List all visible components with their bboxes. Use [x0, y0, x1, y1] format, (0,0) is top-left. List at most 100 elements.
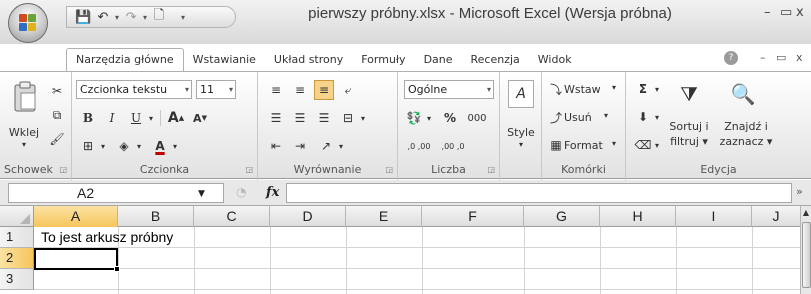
decrease-decimal-button[interactable]: ,00 ,0	[438, 136, 468, 156]
styles-button[interactable]: Style	[500, 126, 542, 139]
column-header-g[interactable]: G	[524, 206, 600, 227]
expand-formula-bar-icon[interactable]: »	[796, 185, 803, 198]
name-box-dropdown-icon[interactable]: ▼	[198, 189, 205, 199]
thousands-separator-button[interactable]: 000	[464, 108, 490, 128]
format-painter-icon[interactable]: 🖌	[48, 130, 66, 148]
undo-icon[interactable]: ↶	[95, 10, 111, 25]
paste-label[interactable]: Wklej	[4, 126, 44, 139]
active-cell-a2[interactable]	[34, 248, 118, 270]
clear-icon[interactable]: ⌫	[634, 136, 652, 154]
insert-function-icon[interactable]: fx	[266, 185, 279, 200]
number-launcher-icon[interactable]: ◲	[487, 165, 495, 174]
wrap-text-icon[interactable]: ⤶	[338, 80, 358, 100]
row-header-2[interactable]: 2	[0, 248, 34, 269]
delete-cells-button[interactable]: Usuń	[564, 111, 592, 124]
font-launcher-icon[interactable]: ◲	[245, 165, 253, 174]
insert-dropdown-icon[interactable]: ▾	[612, 83, 616, 92]
redo-dropdown-icon[interactable]: ▾	[143, 13, 147, 22]
tab-page-layout[interactable]: Układ strony	[265, 49, 352, 71]
new-document-icon[interactable]: 🗋	[151, 6, 167, 28]
font-color-dropdown-icon[interactable]: ▾	[170, 136, 180, 156]
increase-indent-icon[interactable]: ⇥	[290, 136, 310, 156]
italic-button[interactable]: I	[102, 108, 122, 128]
fill-handle[interactable]	[114, 266, 120, 272]
select-all-button[interactable]	[0, 206, 34, 227]
scrollbar-thumb[interactable]	[802, 222, 811, 288]
styles-icon[interactable]: A	[508, 80, 534, 108]
format-dropdown-icon[interactable]: ▾	[612, 139, 616, 148]
font-size-dropdown-icon[interactable]: ▾	[229, 81, 233, 98]
clear-dropdown-icon[interactable]: ▾	[652, 136, 662, 154]
merge-dropdown-icon[interactable]: ▾	[358, 108, 368, 128]
sort-filter-label-2[interactable]: filtruj ▾	[664, 135, 714, 148]
grow-font-button[interactable]: A ▲	[166, 108, 186, 128]
cell-a1[interactable]: To jest arkusz próbny	[41, 227, 173, 248]
borders-dropdown-icon[interactable]: ▾	[98, 136, 108, 156]
orientation-icon[interactable]: ↗	[316, 136, 336, 156]
increase-decimal-button[interactable]: ,0 ,00	[404, 136, 434, 156]
scroll-up-icon[interactable]: ▲	[801, 206, 811, 220]
autosum-dropdown-icon[interactable]: ▾	[652, 80, 662, 98]
font-name-combo[interactable]: Czcionka tekstu ▾	[76, 80, 192, 99]
help-icon[interactable]: ?	[724, 51, 738, 65]
find-select-label-1[interactable]: Znajdź i	[718, 120, 774, 133]
paste-dropdown-icon[interactable]: ▾	[4, 140, 44, 149]
column-header-h[interactable]: H	[600, 206, 676, 227]
insert-cells-button[interactable]: Wstaw	[564, 83, 601, 96]
tab-formulas[interactable]: Formuły	[352, 49, 414, 71]
save-icon[interactable]: 💾	[75, 10, 91, 25]
font-size-combo[interactable]: 11 ▾	[196, 80, 236, 99]
vertical-scrollbar[interactable]: ▲	[800, 206, 811, 294]
row-header-1[interactable]: 1	[0, 227, 34, 248]
percent-button[interactable]: %	[440, 108, 460, 128]
office-button[interactable]	[8, 3, 48, 43]
number-format-dropdown-icon[interactable]: ▾	[487, 81, 491, 98]
tab-view[interactable]: Widok	[529, 49, 581, 71]
binoculars-icon[interactable]: 🔍	[726, 78, 760, 110]
align-bottom-icon[interactable]: ≡	[314, 80, 334, 100]
minimize-window-button[interactable]: –	[764, 5, 771, 20]
currency-icon[interactable]: 💱	[404, 108, 424, 128]
find-select-label-2[interactable]: zaznacz ▾	[718, 135, 774, 148]
close-window-button[interactable]: x	[796, 5, 804, 20]
restore-window-button[interactable]: ▭	[780, 5, 792, 20]
customize-qat-icon[interactable]: ▾	[181, 13, 185, 22]
column-header-d[interactable]: D	[270, 206, 346, 227]
bold-button[interactable]: B	[78, 108, 98, 128]
column-header-f[interactable]: F	[422, 206, 524, 227]
copy-icon[interactable]: ⧉	[48, 106, 66, 124]
column-header-c[interactable]: C	[194, 206, 270, 227]
orientation-dropdown-icon[interactable]: ▾	[336, 136, 346, 156]
column-header-j[interactable]: J	[752, 206, 800, 227]
tab-data[interactable]: Dane	[415, 49, 462, 71]
merge-center-icon[interactable]: ⊟	[338, 108, 358, 128]
align-top-icon[interactable]: ≡	[266, 80, 286, 100]
row-header-3[interactable]: 3	[0, 269, 34, 290]
fill-icon[interactable]: ⬇	[634, 108, 652, 126]
close-workbook-button[interactable]: x	[796, 51, 803, 64]
shrink-font-button[interactable]: A ▼	[190, 108, 210, 128]
restore-workbook-button[interactable]: ▭	[776, 51, 786, 64]
sort-filter-icon[interactable]: ⧩	[674, 78, 704, 110]
styles-dropdown-icon[interactable]: ▾	[500, 140, 542, 149]
paste-button[interactable]	[10, 80, 40, 114]
column-header-i[interactable]: I	[676, 206, 752, 227]
delete-dropdown-icon[interactable]: ▾	[604, 111, 608, 120]
autosum-button[interactable]: Σ	[634, 80, 652, 98]
align-middle-icon[interactable]: ≡	[290, 80, 310, 100]
alignment-launcher-icon[interactable]: ◲	[385, 165, 393, 174]
formula-input[interactable]	[286, 183, 792, 203]
cancel-formula-icon[interactable]: ◔	[236, 185, 246, 199]
delete-cells-icon[interactable]: ⤴	[548, 108, 564, 126]
underline-button[interactable]: U	[126, 108, 146, 128]
align-left-icon[interactable]: ☰	[266, 108, 286, 128]
align-right-icon[interactable]: ☰	[314, 108, 334, 128]
cell-area[interactable]: To jest arkusz próbny	[34, 227, 800, 294]
fill-dropdown-icon[interactable]: ▾	[652, 108, 662, 126]
tab-insert[interactable]: Wstawianie	[184, 49, 265, 71]
minimize-workbook-button[interactable]: –	[760, 51, 766, 64]
fill-color-dropdown-icon[interactable]: ▾	[134, 136, 144, 156]
cut-icon[interactable]: ✂	[48, 82, 66, 100]
column-header-a[interactable]: A	[34, 206, 118, 227]
tab-home[interactable]: Narzędzia główne	[66, 48, 184, 71]
